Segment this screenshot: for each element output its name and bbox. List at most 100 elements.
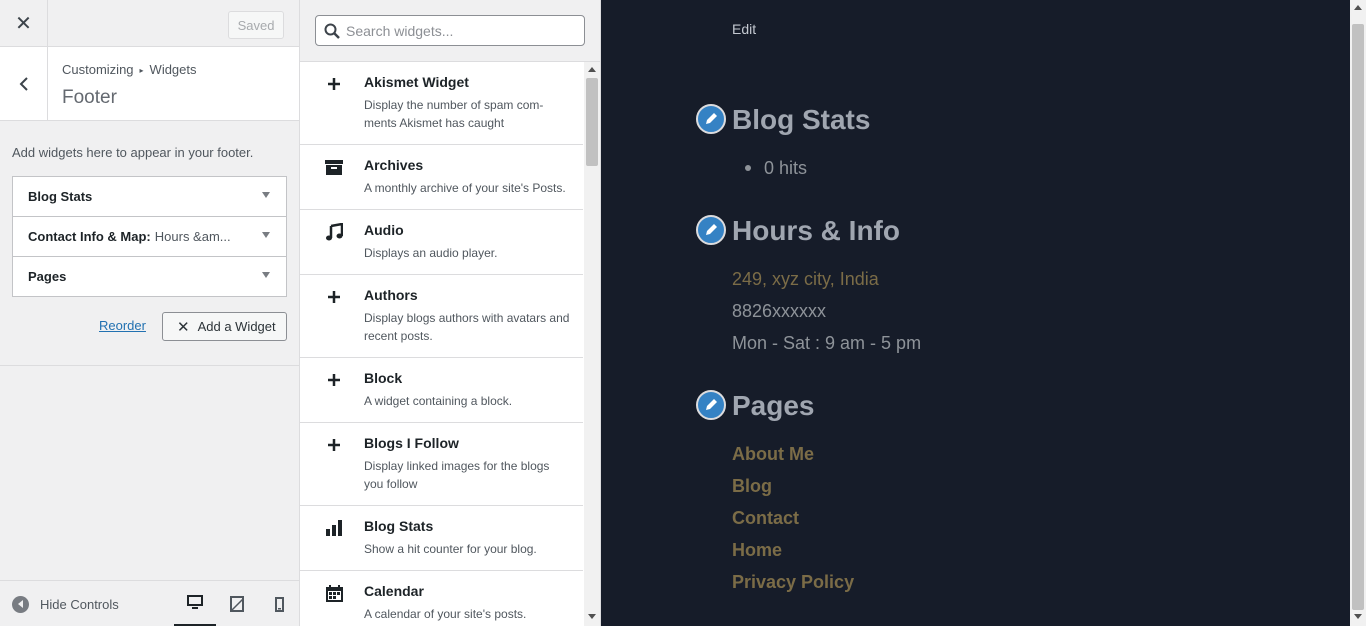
- breadcrumb-child: Widgets: [149, 62, 197, 77]
- edit-shortcut-pencil-icon[interactable]: [696, 104, 726, 134]
- widget-title: Contact Info & Map:: [28, 229, 151, 244]
- calendar-icon: [324, 583, 344, 603]
- scrollbar-thumb[interactable]: [1352, 24, 1364, 610]
- close-x-icon: ✕: [177, 318, 190, 336]
- scroll-down-arrow-icon[interactable]: [588, 614, 596, 619]
- available-widget-block[interactable]: Block A widget containing a block.: [300, 358, 583, 423]
- available-widget-calendar[interactable]: Calendar A calendar of your site's posts…: [300, 571, 583, 626]
- customizer-footer: Hide Controls: [0, 580, 299, 626]
- widget-description: A calendar of your site's posts.: [364, 607, 527, 621]
- page-link-contact[interactable]: Contact: [732, 508, 799, 529]
- widget-description: Display linked images for the blogs you …: [364, 459, 550, 491]
- scroll-up-arrow-icon[interactable]: [588, 67, 596, 72]
- section-title: Footer: [62, 87, 117, 108]
- customizer-panel: ✕ Saved Customizing ▸ Widgets Footer Add w…: [0, 0, 300, 626]
- hide-controls-label: Hide Controls: [40, 596, 119, 612]
- hide-controls-button[interactable]: Hide Controls: [12, 581, 119, 626]
- breadcrumb-separator-icon: ▸: [139, 66, 144, 75]
- page-link-privacy-policy[interactable]: Privacy Policy: [732, 572, 854, 593]
- chevron-left-icon: [19, 76, 28, 91]
- scroll-down-arrow-icon[interactable]: [1354, 614, 1362, 619]
- breadcrumb: Customizing ▸ Widgets: [62, 62, 197, 77]
- hours-info-title: Hours & Info: [732, 215, 900, 246]
- search-icon: [324, 23, 340, 39]
- plus-icon: [324, 74, 344, 94]
- saved-button[interactable]: Saved: [228, 11, 284, 39]
- available-widget-audio[interactable]: Audio Displays an audio player.: [300, 210, 583, 275]
- tablet-preview-button[interactable]: [216, 581, 258, 626]
- desktop-preview-button[interactable]: [174, 581, 216, 626]
- available-widget-blog-stats[interactable]: Blog Stats Show a hit counter for your b…: [300, 506, 583, 571]
- plus-icon: [324, 287, 344, 307]
- scroll-up-arrow-icon[interactable]: [1354, 5, 1362, 10]
- blog-stats-title: Blog Stats: [732, 104, 871, 135]
- close-icon: ✕: [15, 13, 32, 35]
- widget-title: Blog Stats: [364, 518, 434, 534]
- edit-shortcut-pencil-icon[interactable]: [696, 215, 726, 245]
- widget-title: Pages: [28, 269, 67, 284]
- close-customizer-button[interactable]: ✕: [0, 0, 48, 47]
- area-widget-blog-stats[interactable]: Blog Stats: [12, 176, 287, 217]
- widget-title: Archives: [364, 157, 424, 173]
- tablet-icon: [230, 596, 244, 612]
- widget-title: Blogs I Follow: [364, 435, 459, 451]
- expand-arrow-icon[interactable]: [262, 232, 270, 238]
- available-widget-blogs-i-follow[interactable]: Blogs I Follow Display linked images for…: [300, 423, 583, 506]
- mobile-preview-button[interactable]: [258, 581, 300, 626]
- available-widget-akismet[interactable]: Akismet Widget Display the number of spa…: [300, 62, 583, 145]
- collapse-arrow-icon: [12, 595, 29, 613]
- list-bullet: [745, 165, 751, 171]
- area-widget-contact-info[interactable]: Contact Info & Map: Hours &am...: [12, 216, 287, 257]
- site-preview: Edit Blog Stats 0 hits Hours & Info 249,…: [601, 0, 1350, 626]
- preview-scrollbar[interactable]: [1350, 0, 1366, 626]
- area-widget-pages[interactable]: Pages: [12, 256, 287, 297]
- widget-list-scrollbar[interactable]: [584, 62, 600, 626]
- widget-title: Block: [364, 370, 403, 386]
- back-button[interactable]: [0, 47, 48, 120]
- widget-title: Authors: [364, 287, 418, 303]
- widget-title: Audio: [364, 222, 404, 238]
- customizer-header: ✕ Saved: [0, 0, 299, 47]
- edit-shortcut-pencil-icon[interactable]: [696, 390, 726, 420]
- section-description: Add widgets here to appear in your foote…: [12, 145, 254, 160]
- scrollbar-thumb[interactable]: [586, 78, 598, 166]
- page-link-blog[interactable]: Blog: [732, 476, 772, 497]
- search-input[interactable]: [346, 16, 581, 45]
- widget-subtitle: Hours &am...: [154, 229, 231, 244]
- widget-description: Show a hit counter for your blog.: [364, 542, 537, 556]
- business-hours: Mon - Sat : 9 am - 5 pm: [732, 333, 922, 353]
- expand-arrow-icon[interactable]: [262, 192, 270, 198]
- add-widget-button[interactable]: ✕ Add a Widget: [162, 312, 287, 341]
- widget-description: A widget containing a block.: [364, 394, 513, 408]
- widget-description: A monthly archive of your site's Posts.: [364, 181, 566, 195]
- section-header: Customizing ▸ Widgets Footer: [0, 47, 299, 121]
- widget-description: Display blogs authors with avatars and r…: [364, 311, 570, 343]
- address-link[interactable]: 249, xyz city, India: [732, 269, 879, 290]
- available-widgets-panel: Akismet Widget Display the number of spa…: [300, 0, 601, 626]
- page-link-home[interactable]: Home: [732, 540, 782, 561]
- desktop-icon: [187, 595, 203, 609]
- page-link-about-me[interactable]: About Me: [732, 444, 814, 465]
- plus-icon: [324, 370, 344, 390]
- expand-arrow-icon[interactable]: [262, 272, 270, 278]
- bar-chart-icon: [324, 518, 344, 538]
- available-widget-archives[interactable]: Archives A monthly archive of your site'…: [300, 145, 583, 210]
- plus-icon: [324, 435, 344, 455]
- widget-search-area: [300, 0, 600, 62]
- reorder-link[interactable]: Reorder: [99, 318, 146, 333]
- pages-title: Pages: [732, 390, 815, 421]
- widget-title: Akismet Widget: [364, 74, 469, 90]
- search-box[interactable]: [315, 15, 585, 46]
- widget-description: Displays an audio player.: [364, 246, 498, 260]
- add-widget-label: Add a Widget: [197, 319, 276, 334]
- widget-title: Blog Stats: [28, 189, 93, 204]
- archive-icon: [324, 157, 344, 177]
- breadcrumb-parent: Customizing: [62, 62, 134, 77]
- divider: [0, 365, 299, 366]
- phone-number: 8826xxxxxx: [732, 301, 827, 321]
- music-note-icon: [324, 222, 344, 242]
- available-widget-authors[interactable]: Authors Display blogs authors with avata…: [300, 275, 583, 358]
- mobile-icon: [274, 596, 284, 612]
- hits-count: 0 hits: [764, 158, 808, 178]
- edit-link[interactable]: Edit: [732, 21, 756, 37]
